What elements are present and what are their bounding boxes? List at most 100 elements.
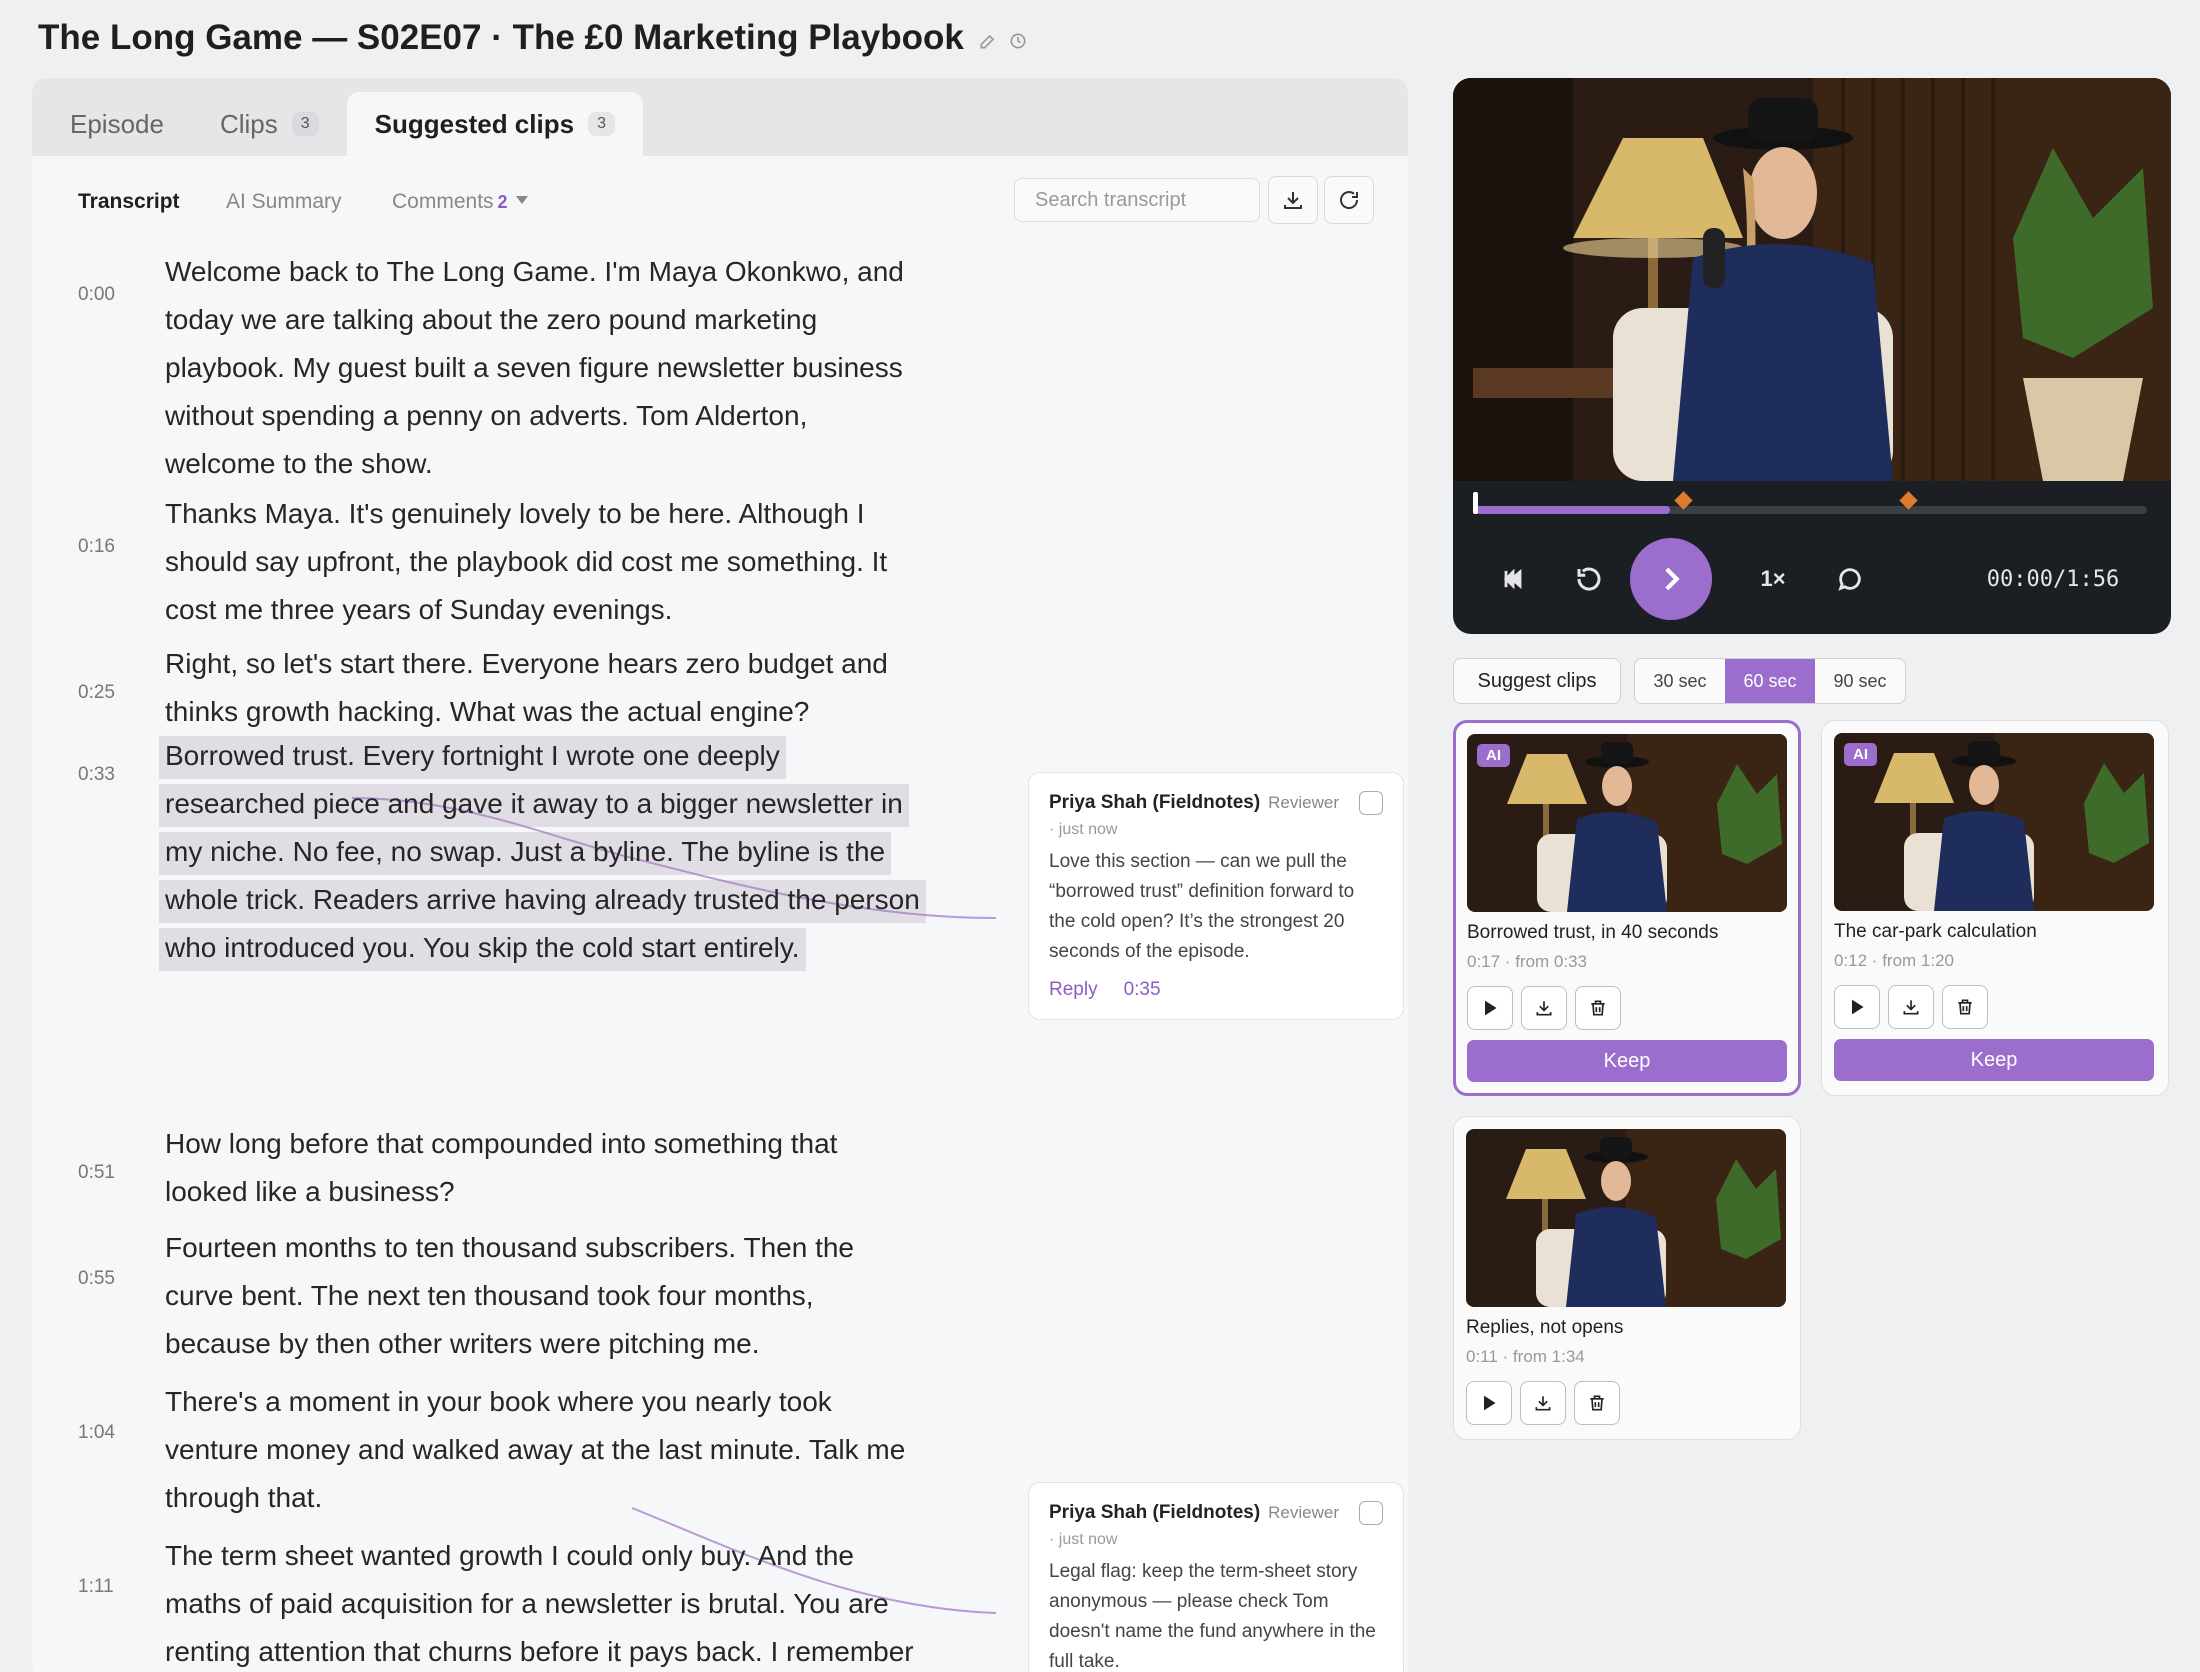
video-frame-image: [1453, 78, 2171, 481]
clip-title: The car-park calculation: [1834, 921, 2037, 942]
scrub-handle[interactable]: [1473, 492, 1478, 514]
resolve-checkbox[interactable]: [1359, 1501, 1383, 1525]
clip-marker[interactable]: [1674, 491, 1694, 510]
comments-count: 2: [497, 192, 508, 212]
delete-clip-button[interactable]: [1942, 985, 1988, 1029]
segment-timestamp[interactable]: 0:25: [78, 682, 115, 704]
subtab-comments[interactable]: Comments 2: [392, 190, 528, 214]
download-icon: [1903, 1000, 1919, 1015]
comment-footer: Reply 0:35: [1049, 979, 1383, 1001]
skip-back-button[interactable]: [1491, 557, 1535, 601]
download-clip-button[interactable]: [1520, 1381, 1566, 1425]
playback-speed-button[interactable]: 1×: [1743, 557, 1803, 601]
clip-thumbnail-image: [1466, 1129, 1786, 1307]
highlighted-passage[interactable]: Borrowed trust. Every fortnight I wrote …: [159, 736, 926, 971]
refresh-button[interactable]: [1324, 176, 1374, 224]
skip-back-icon: [1504, 568, 1522, 590]
comment-role: Reviewer: [1268, 1503, 1340, 1522]
duration-option-30[interactable]: 30 sec: [1635, 659, 1725, 703]
play-clip-button[interactable]: [1467, 986, 1513, 1030]
play-icon: [1852, 999, 1864, 1015]
download-clip-button[interactable]: [1888, 985, 1934, 1029]
delete-clip-button[interactable]: [1575, 986, 1621, 1030]
segment-text: Thanks Maya. It's genuinely lovely to be…: [165, 498, 888, 625]
comment-button[interactable]: [1828, 557, 1872, 601]
segment-text: Fourteen months to ten thousand subscrib…: [165, 1232, 855, 1359]
comment-card[interactable]: Priya Shah (Fieldnotes) Reviewer · just …: [1028, 772, 1404, 1020]
segment-text: How long before that compounded into som…: [165, 1128, 838, 1207]
clip-actions: [1467, 986, 1621, 1030]
keep-clip-button[interactable]: Keep: [1467, 1040, 1787, 1082]
suggest-clips-button[interactable]: Suggest clips: [1453, 658, 1621, 704]
clip-title: Replies, not opens: [1466, 1317, 1624, 1338]
segment-timestamp[interactable]: 1:04: [78, 1422, 115, 1444]
subtab-transcript[interactable]: Transcript: [78, 190, 180, 214]
segment-timestamp[interactable]: 0:00: [78, 284, 115, 306]
replay-button[interactable]: [1567, 557, 1611, 601]
trash-icon: [1591, 1000, 1605, 1016]
play-clip-button[interactable]: [1834, 985, 1880, 1029]
clip-actions: [1834, 985, 1988, 1029]
tab-label: Episode: [70, 108, 164, 139]
transcript-panel: Episode Clips 3 Suggested clips 3 Transc…: [32, 78, 1408, 1672]
tab-episode[interactable]: Episode: [42, 92, 192, 156]
comment-timestamp-link[interactable]: 0:35: [1124, 979, 1161, 1001]
segment-text: There's a moment in your book where you …: [165, 1386, 906, 1513]
tab-suggested-clips[interactable]: Suggested clips 3: [346, 92, 643, 156]
play-button[interactable]: [1630, 538, 1712, 620]
download-icon: [1284, 192, 1302, 209]
player-controls: 1× 00:00/1:56: [1453, 533, 2171, 623]
subtab-label: Transcript: [78, 190, 180, 213]
clip-meta: 0:17 · from 0:33: [1467, 952, 1588, 971]
clip-marker[interactable]: [1899, 491, 1919, 510]
clip-thumbnail-image: [1467, 734, 1787, 912]
segment-timestamp[interactable]: 0:55: [78, 1268, 115, 1290]
keep-clip-button[interactable]: Keep: [1834, 1039, 2154, 1081]
tab-label: Clips: [219, 108, 278, 139]
segment-timestamp[interactable]: 0:16: [78, 536, 115, 558]
tab-label: Suggested clips: [374, 108, 575, 139]
delete-clip-button[interactable]: [1574, 1381, 1620, 1425]
segment-timestamp[interactable]: 1:11: [78, 1576, 114, 1598]
subtab-label: AI Summary: [226, 190, 342, 213]
segment-text: Welcome back to The Long Game. I'm Maya …: [165, 256, 904, 479]
tab-clips[interactable]: Clips 3: [192, 92, 347, 156]
scrub-bar[interactable]: [1473, 491, 2147, 514]
page-title: The Long Game — S02E07 · The £0 Marketin…: [38, 18, 1028, 58]
segment-text: Right, so let's start there. Everyone he…: [165, 648, 888, 727]
play-icon: [1665, 567, 1680, 591]
chevron-down-icon: [515, 196, 528, 204]
transcript-toolbar: Transcript AI Summary Comments 2: [32, 156, 1408, 248]
edit-icon[interactable]: [978, 31, 998, 51]
clip-thumbnail[interactable]: [1466, 1129, 1786, 1307]
segment-text: The term sheet wanted growth I could onl…: [165, 1540, 914, 1667]
video-frame[interactable]: [1453, 78, 2171, 481]
tab-count-badge: 3: [588, 112, 615, 136]
clip-thumbnail[interactable]: AI: [1834, 733, 2154, 911]
play-clip-button[interactable]: [1466, 1381, 1512, 1425]
comment-time: · just now: [1049, 821, 1118, 838]
comment-card[interactable]: Priya Shah (Fieldnotes) Reviewer · just …: [1028, 1482, 1404, 1672]
subtab-label: Comments: [392, 190, 494, 213]
resolve-checkbox[interactable]: [1359, 791, 1383, 815]
comment-role: Reviewer: [1268, 793, 1340, 812]
play-icon: [1484, 1395, 1496, 1411]
suggested-clip-card[interactable]: Replies, not opens 0:11 · from 1:34: [1453, 1116, 1801, 1440]
comment-header: Priya Shah (Fieldnotes) Reviewer: [1049, 1501, 1383, 1525]
suggested-clip-card[interactable]: AI The car-park calculation 0:12 · from …: [1821, 720, 2169, 1096]
segment-text: Borrowed trust. Every fortnight I wrote …: [159, 732, 926, 972]
suggested-clip-card[interactable]: AI Borrowed trust, in 40 seconds 0:17 · …: [1453, 720, 1801, 1096]
replay-icon: [1577, 567, 1601, 591]
history-icon[interactable]: [1008, 31, 1028, 51]
subtab-ai-summary[interactable]: AI Summary: [226, 190, 342, 214]
duration-option-60[interactable]: 60 sec: [1725, 659, 1815, 703]
reply-link[interactable]: Reply: [1049, 979, 1098, 1001]
segment-timestamp[interactable]: 0:51: [78, 1162, 115, 1184]
search-transcript-input[interactable]: [1014, 178, 1260, 222]
segment-timestamp[interactable]: 0:33: [78, 764, 115, 786]
download-clip-button[interactable]: [1521, 986, 1567, 1030]
duration-option-90[interactable]: 90 sec: [1815, 659, 1905, 703]
comment-author: Priya Shah (Fieldnotes): [1049, 1502, 1261, 1523]
clip-thumbnail[interactable]: AI: [1467, 734, 1787, 912]
download-transcript-button[interactable]: [1268, 176, 1318, 224]
